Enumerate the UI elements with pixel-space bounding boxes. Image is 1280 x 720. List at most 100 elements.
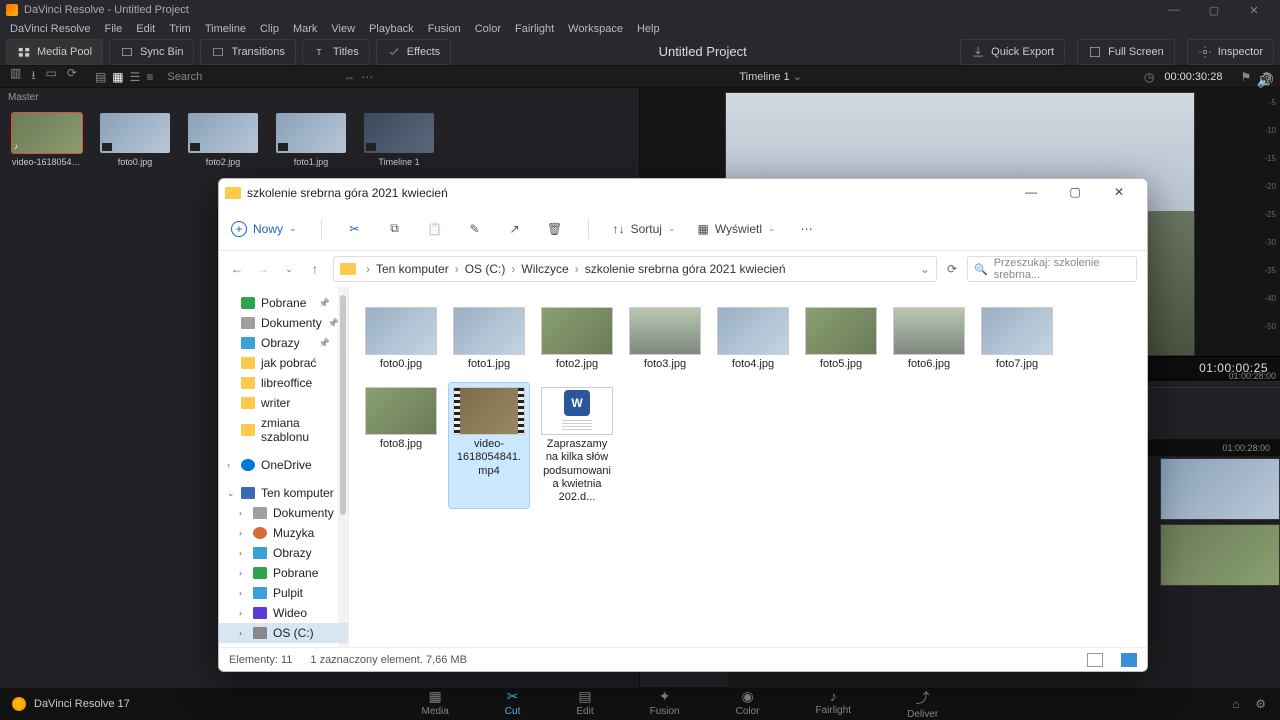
list-view-icon[interactable]: ≡ bbox=[146, 70, 153, 84]
explorer-nav-tree[interactable]: Pobrane Dokumenty Obrazy jak pobrać libr… bbox=[219, 287, 349, 647]
up-icon[interactable]: ↑ bbox=[307, 262, 323, 276]
explorer-search-input[interactable]: 🔍 Przeszukaj: szkolenie srebrna... bbox=[967, 256, 1137, 282]
file-item[interactable]: WZapraszamy na kilka słów podsumowania k… bbox=[537, 383, 617, 508]
nav-dokumenty-sub[interactable]: ›Dokumenty bbox=[219, 503, 348, 523]
sync-icon[interactable]: ⟳ bbox=[67, 66, 77, 87]
bin-list-icon[interactable]: ▥ bbox=[10, 66, 21, 87]
cut-icon[interactable]: ✂ bbox=[346, 222, 364, 236]
media-pool-clip[interactable]: Timeline 1 bbox=[364, 113, 434, 167]
titles-tab[interactable]: TTitles bbox=[302, 39, 370, 65]
thumb-view-icon[interactable]: ▦ bbox=[112, 70, 123, 84]
close-icon[interactable]: ✕ bbox=[1234, 4, 1274, 17]
menu-item[interactable]: DaVinci Resolve bbox=[4, 23, 97, 35]
sort-button[interactable]: ↑↓ Sortuj ⌄ bbox=[613, 222, 676, 236]
media-pool-tab[interactable]: Media Pool bbox=[6, 39, 103, 65]
recent-icon[interactable]: ⌄ bbox=[281, 264, 297, 275]
delete-icon[interactable]: 🗑 bbox=[546, 222, 564, 236]
breadcrumb-item[interactable]: Wilczyce bbox=[521, 262, 568, 276]
sync-bin-tab[interactable]: Sync Bin bbox=[109, 39, 194, 65]
nav-muzyka[interactable]: ›Muzyka bbox=[219, 523, 348, 543]
nav-wideo[interactable]: ›Wideo bbox=[219, 603, 348, 623]
marker-icon[interactable]: ⚑ bbox=[1240, 70, 1251, 84]
resize-icon[interactable]: ⇔ bbox=[343, 70, 355, 84]
media-pool-clip[interactable]: ♪video-1618054841... bbox=[12, 113, 82, 167]
nav-pulpit[interactable]: ›Pulpit bbox=[219, 583, 348, 603]
back-icon[interactable]: ← bbox=[229, 262, 245, 276]
page-fairlight[interactable]: ♪Fairlight bbox=[810, 688, 858, 720]
menu-item[interactable]: Edit bbox=[130, 23, 161, 35]
chevron-down-icon[interactable]: ⌄ bbox=[920, 262, 930, 276]
page-color[interactable]: ◉Color bbox=[730, 688, 766, 720]
strip-view-icon[interactable]: ☰ bbox=[130, 70, 141, 84]
nav-folder[interactable]: libreoffice bbox=[219, 373, 348, 393]
file-item[interactable]: video-1618054841.mp4 bbox=[449, 383, 529, 508]
bin-master-label[interactable]: Master bbox=[0, 88, 639, 107]
import-icon[interactable]: ⭳ bbox=[31, 66, 35, 87]
effects-tab[interactable]: Effects bbox=[376, 39, 451, 65]
menu-item[interactable]: Mark bbox=[287, 23, 323, 35]
file-item[interactable]: foto2.jpg bbox=[537, 303, 617, 375]
media-pool-clip[interactable]: foto1.jpg bbox=[276, 113, 346, 167]
page-fusion[interactable]: ✦Fusion bbox=[644, 688, 686, 720]
breadcrumb[interactable]: › Ten komputer› OS (C:)› Wilczyce› szkol… bbox=[333, 256, 937, 282]
menu-item[interactable]: Workspace bbox=[562, 23, 629, 35]
maximize-icon[interactable]: ▢ bbox=[1194, 4, 1234, 17]
file-item[interactable]: foto7.jpg bbox=[977, 303, 1057, 375]
timeline-clip[interactable] bbox=[1160, 524, 1280, 586]
breadcrumb-item[interactable]: Ten komputer bbox=[376, 262, 449, 276]
media-pool-clip[interactable]: foto0.jpg bbox=[100, 113, 170, 167]
nav-onedrive[interactable]: ›OneDrive bbox=[219, 455, 348, 475]
speaker-icon[interactable]: 🔊 bbox=[1257, 72, 1274, 89]
menu-item[interactable]: Playback bbox=[363, 23, 420, 35]
file-item[interactable]: foto6.jpg bbox=[889, 303, 969, 375]
breadcrumb-item[interactable]: szkolenie srebrna góra 2021 kwiecień bbox=[585, 262, 786, 276]
nav-obrazy[interactable]: Obrazy bbox=[219, 333, 348, 353]
menu-item[interactable]: File bbox=[99, 23, 129, 35]
page-media[interactable]: ▦Media bbox=[416, 688, 455, 720]
transitions-tab[interactable]: Transitions bbox=[200, 39, 295, 65]
timeline-selector[interactable]: Timeline 1 bbox=[739, 71, 789, 83]
timeline-clip[interactable] bbox=[1160, 458, 1280, 520]
copy-icon[interactable]: ⧉ bbox=[386, 221, 404, 236]
menu-item[interactable]: Clip bbox=[254, 23, 285, 35]
page-deliver[interactable]: ⤴Deliver bbox=[901, 688, 944, 720]
nav-ten-komputer[interactable]: ⌄Ten komputer bbox=[219, 483, 348, 503]
refresh-icon[interactable]: ⟳ bbox=[947, 262, 957, 276]
full-screen-button[interactable]: Full Screen bbox=[1077, 39, 1175, 65]
forward-icon[interactable]: → bbox=[255, 262, 271, 276]
media-pool-clip[interactable]: foto2.jpg bbox=[188, 113, 258, 167]
paste-icon[interactable]: 📋 bbox=[426, 222, 444, 236]
menu-item[interactable]: Timeline bbox=[199, 23, 252, 35]
nav-folder[interactable]: zmiana szablonu bbox=[219, 413, 348, 447]
home-icon[interactable]: ⌂ bbox=[1232, 697, 1239, 711]
menu-item[interactable]: Fusion bbox=[422, 23, 467, 35]
nav-os-c[interactable]: ›OS (C:) bbox=[219, 623, 348, 643]
details-view-icon[interactable] bbox=[1087, 653, 1103, 667]
view-button[interactable]: ▦ Wyświetl ⌄ bbox=[697, 222, 775, 236]
new-button[interactable]: + Nowy ⌄ bbox=[231, 221, 297, 237]
search-input[interactable]: Search bbox=[167, 71, 337, 83]
minimize-icon[interactable]: — bbox=[1154, 4, 1194, 16]
page-edit[interactable]: ▤Edit bbox=[570, 688, 599, 720]
nav-folder[interactable]: writer bbox=[219, 393, 348, 413]
nav-folder[interactable]: jak pobrać bbox=[219, 353, 348, 373]
menu-item[interactable]: Fairlight bbox=[509, 23, 560, 35]
metadata-view-icon[interactable]: ▤ bbox=[95, 70, 106, 84]
project-settings-icon[interactable]: ⚙ bbox=[1255, 697, 1266, 711]
maximize-icon[interactable]: ▢ bbox=[1053, 179, 1097, 207]
explorer-title-bar[interactable]: szkolenie srebrna góra 2021 kwiecień — ▢… bbox=[219, 179, 1147, 207]
file-item[interactable]: foto4.jpg bbox=[713, 303, 793, 375]
share-icon[interactable]: ↗ bbox=[506, 222, 524, 236]
menu-item[interactable]: Help bbox=[631, 23, 666, 35]
breadcrumb-item[interactable]: OS (C:) bbox=[465, 262, 506, 276]
folder-icon[interactable]: ▭ bbox=[46, 66, 57, 87]
quick-export-button[interactable]: Quick Export bbox=[960, 39, 1065, 65]
menu-item[interactable]: View bbox=[325, 23, 361, 35]
file-item[interactable]: foto1.jpg bbox=[449, 303, 529, 375]
options-icon[interactable]: ⋯ bbox=[361, 70, 373, 84]
nav-dokumenty[interactable]: Dokumenty bbox=[219, 313, 348, 333]
rename-icon[interactable]: ✎ bbox=[466, 222, 484, 236]
file-item[interactable]: foto0.jpg bbox=[361, 303, 441, 375]
menu-item[interactable]: Color bbox=[469, 23, 507, 35]
nav-obrazy-sub[interactable]: ›Obrazy bbox=[219, 543, 348, 563]
